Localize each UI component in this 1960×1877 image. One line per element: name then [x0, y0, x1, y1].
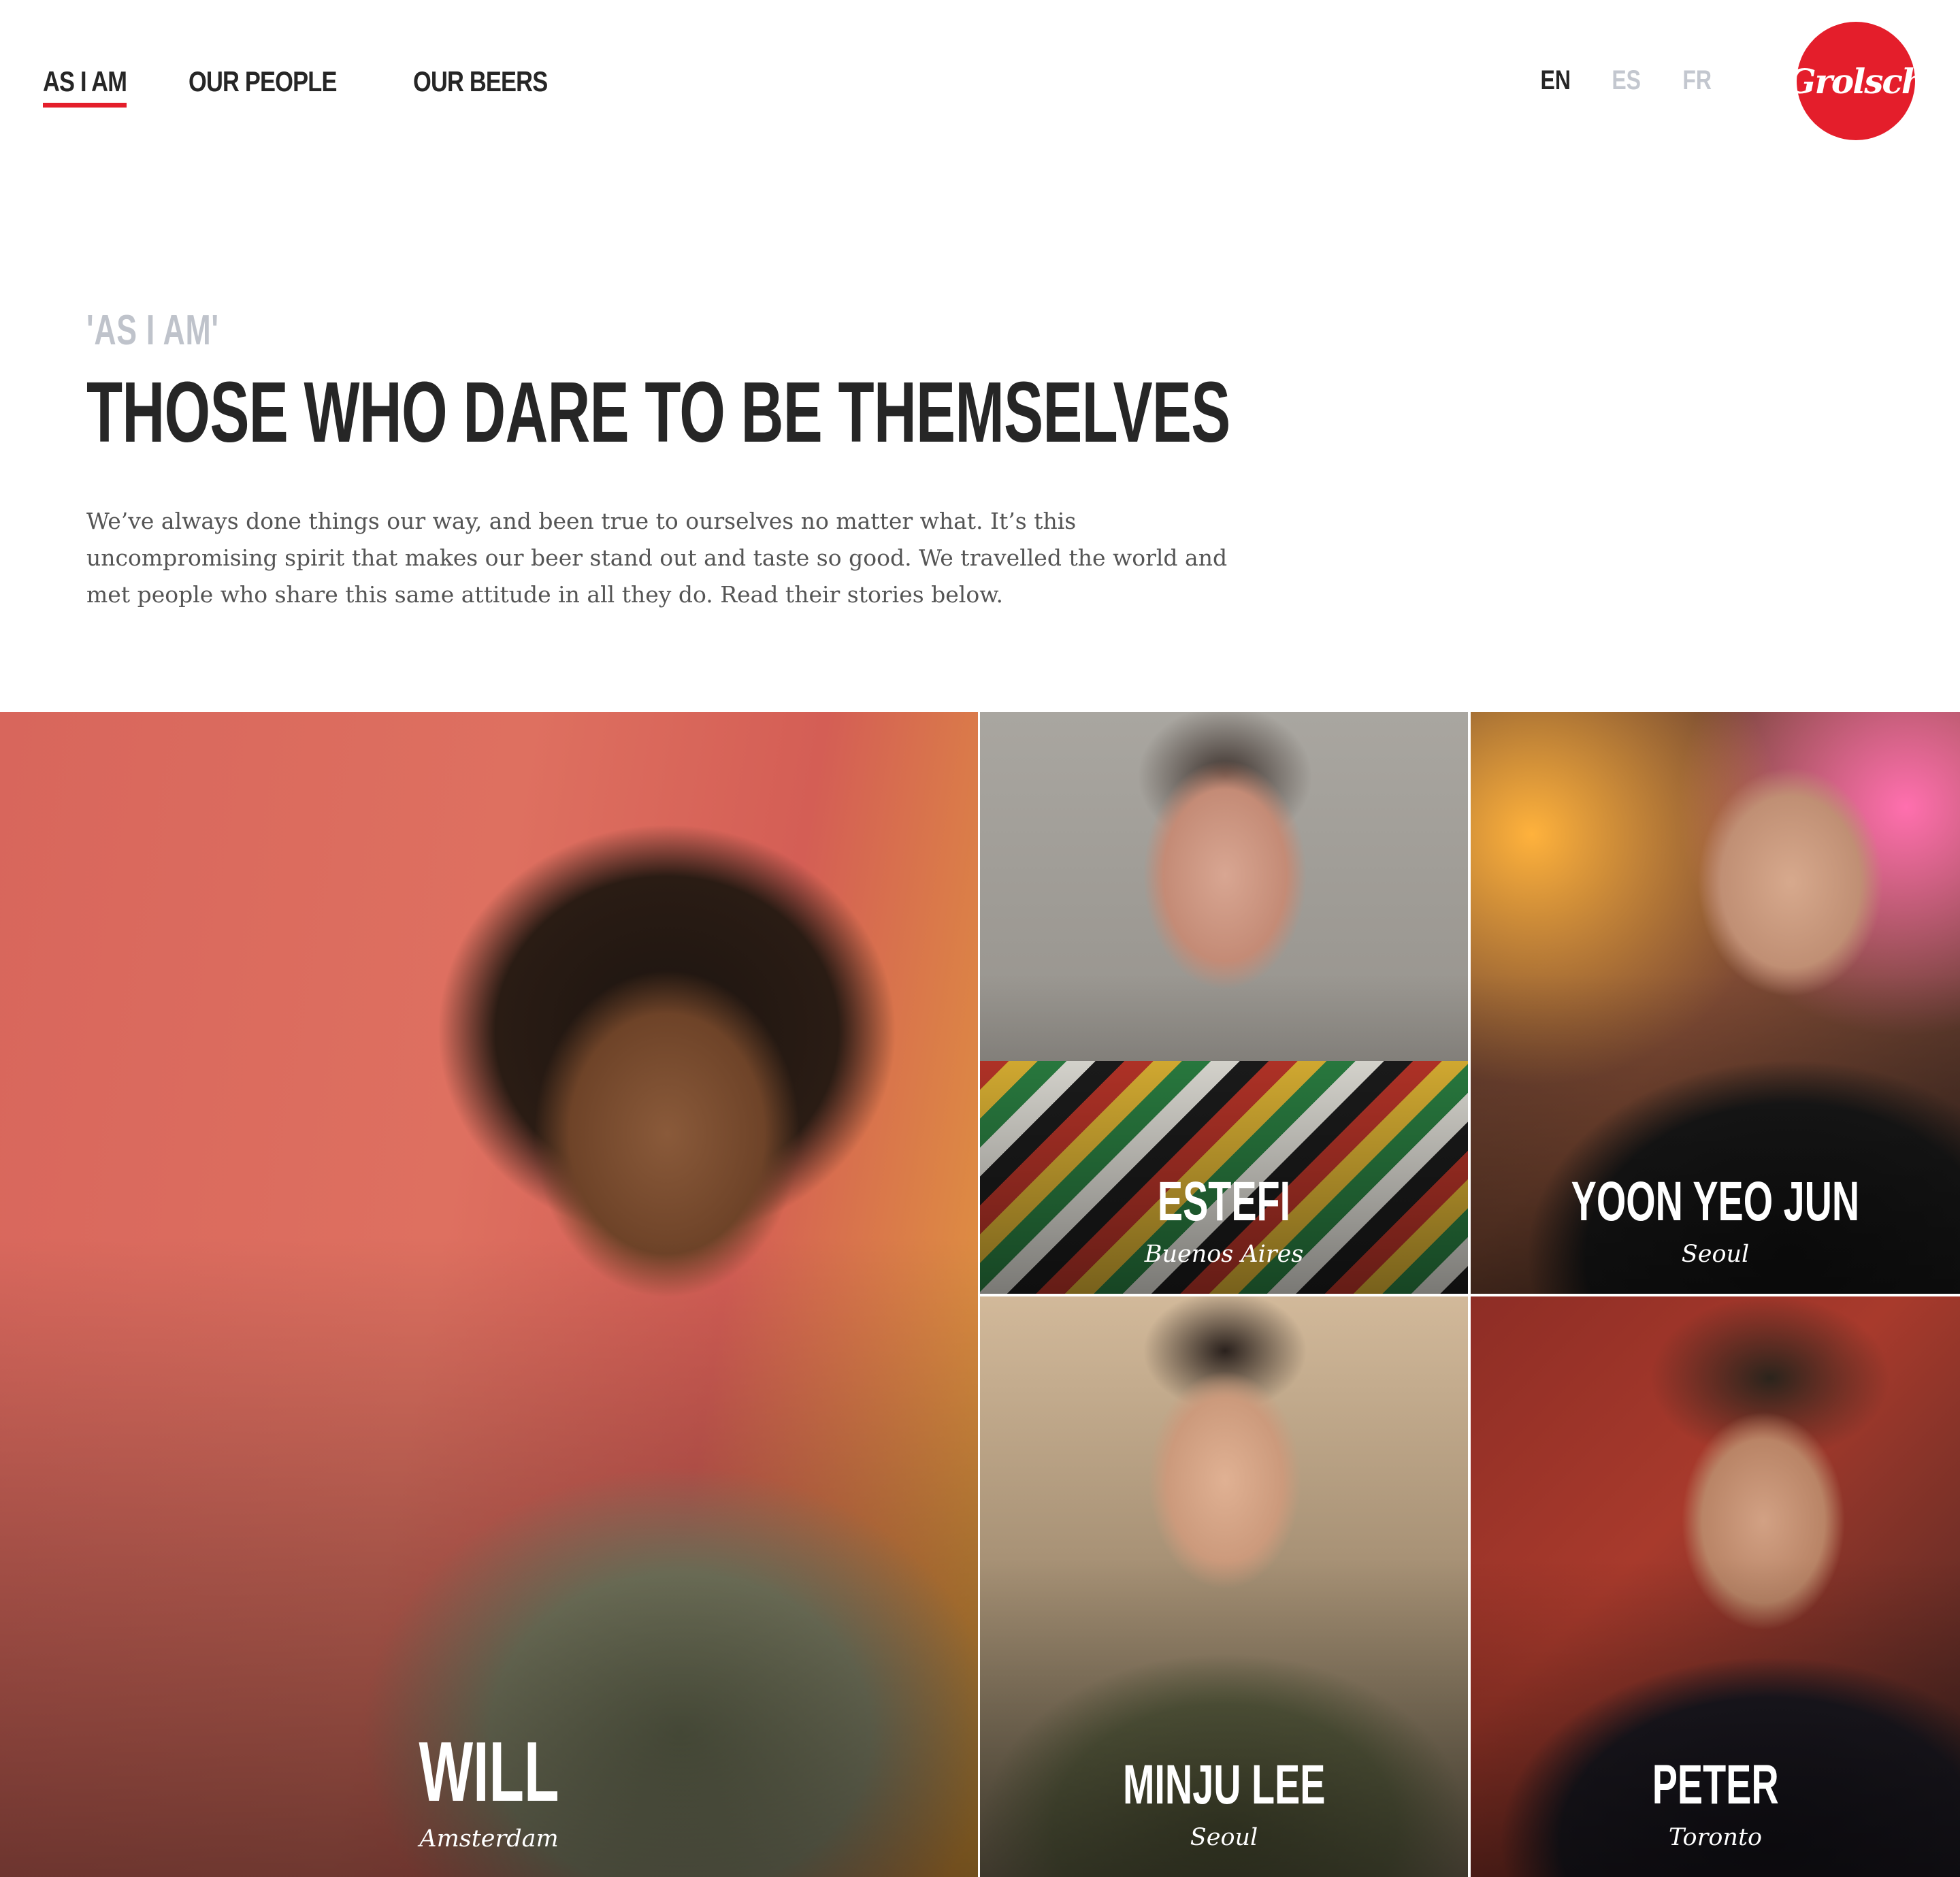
person-caption: MINJU LEE Seoul: [980, 1754, 1468, 1852]
person-card-will[interactable]: WILL Amsterdam: [0, 712, 978, 1877]
lang-es[interactable]: ES: [1612, 65, 1642, 96]
person-name: MINJU LEE: [1122, 1754, 1326, 1816]
person-name: YOON YEO JUN: [1571, 1171, 1860, 1233]
person-city: Seoul: [1190, 1824, 1258, 1851]
person-caption: PETER Toronto: [1471, 1754, 1960, 1852]
intro-section: 'AS I AM' THOSE WHO DARE TO BE THEMSELVE…: [86, 306, 1379, 613]
site-header: AS I AM OUR PEOPLE OUR BEERS EN ES FR Gr…: [0, 0, 1960, 163]
person-caption: WILL Amsterdam: [0, 1730, 978, 1852]
nav-our-people[interactable]: OUR PEOPLE: [189, 65, 337, 108]
logo-wordmark: Grolsch: [1786, 61, 1926, 101]
people-grid: WILL Amsterdam ESTEFI Buenos Aires YOON …: [0, 712, 1960, 1877]
person-name: WILL: [419, 1725, 559, 1819]
person-name: PETER: [1652, 1754, 1779, 1816]
person-card-peter[interactable]: PETER Toronto: [1471, 1296, 1960, 1877]
language-switcher: EN ES FR: [1537, 65, 1715, 96]
lang-fr[interactable]: FR: [1682, 65, 1712, 96]
intro-paragraph: We’ve always done things our way, and be…: [86, 508, 1228, 608]
person-city: Amsterdam: [419, 1825, 559, 1852]
page-title: THOSE WHO DARE TO BE THEMSELVES: [86, 364, 1230, 460]
main-nav: AS I AM OUR PEOPLE OUR BEERS: [43, 65, 576, 108]
grolsch-logo[interactable]: Grolsch: [1787, 22, 1926, 140]
nav-as-i-am[interactable]: AS I AM: [43, 65, 127, 108]
section-kicker: 'AS I AM': [86, 307, 219, 354]
lang-en[interactable]: EN: [1540, 65, 1570, 96]
person-caption: YOON YEO JUN Seoul: [1471, 1171, 1960, 1269]
person-card-minju-lee[interactable]: MINJU LEE Seoul: [980, 1296, 1468, 1877]
person-city: Seoul: [1681, 1241, 1750, 1268]
person-caption: ESTEFI Buenos Aires: [980, 1171, 1468, 1269]
person-city: Toronto: [1668, 1824, 1763, 1851]
person-city: Buenos Aires: [1144, 1241, 1304, 1268]
nav-our-beers[interactable]: OUR BEERS: [413, 65, 548, 108]
person-card-estefi[interactable]: ESTEFI Buenos Aires: [980, 712, 1468, 1294]
person-card-yoon-yeo-jun[interactable]: YOON YEO JUN Seoul: [1471, 712, 1960, 1294]
person-name: ESTEFI: [1157, 1171, 1291, 1233]
